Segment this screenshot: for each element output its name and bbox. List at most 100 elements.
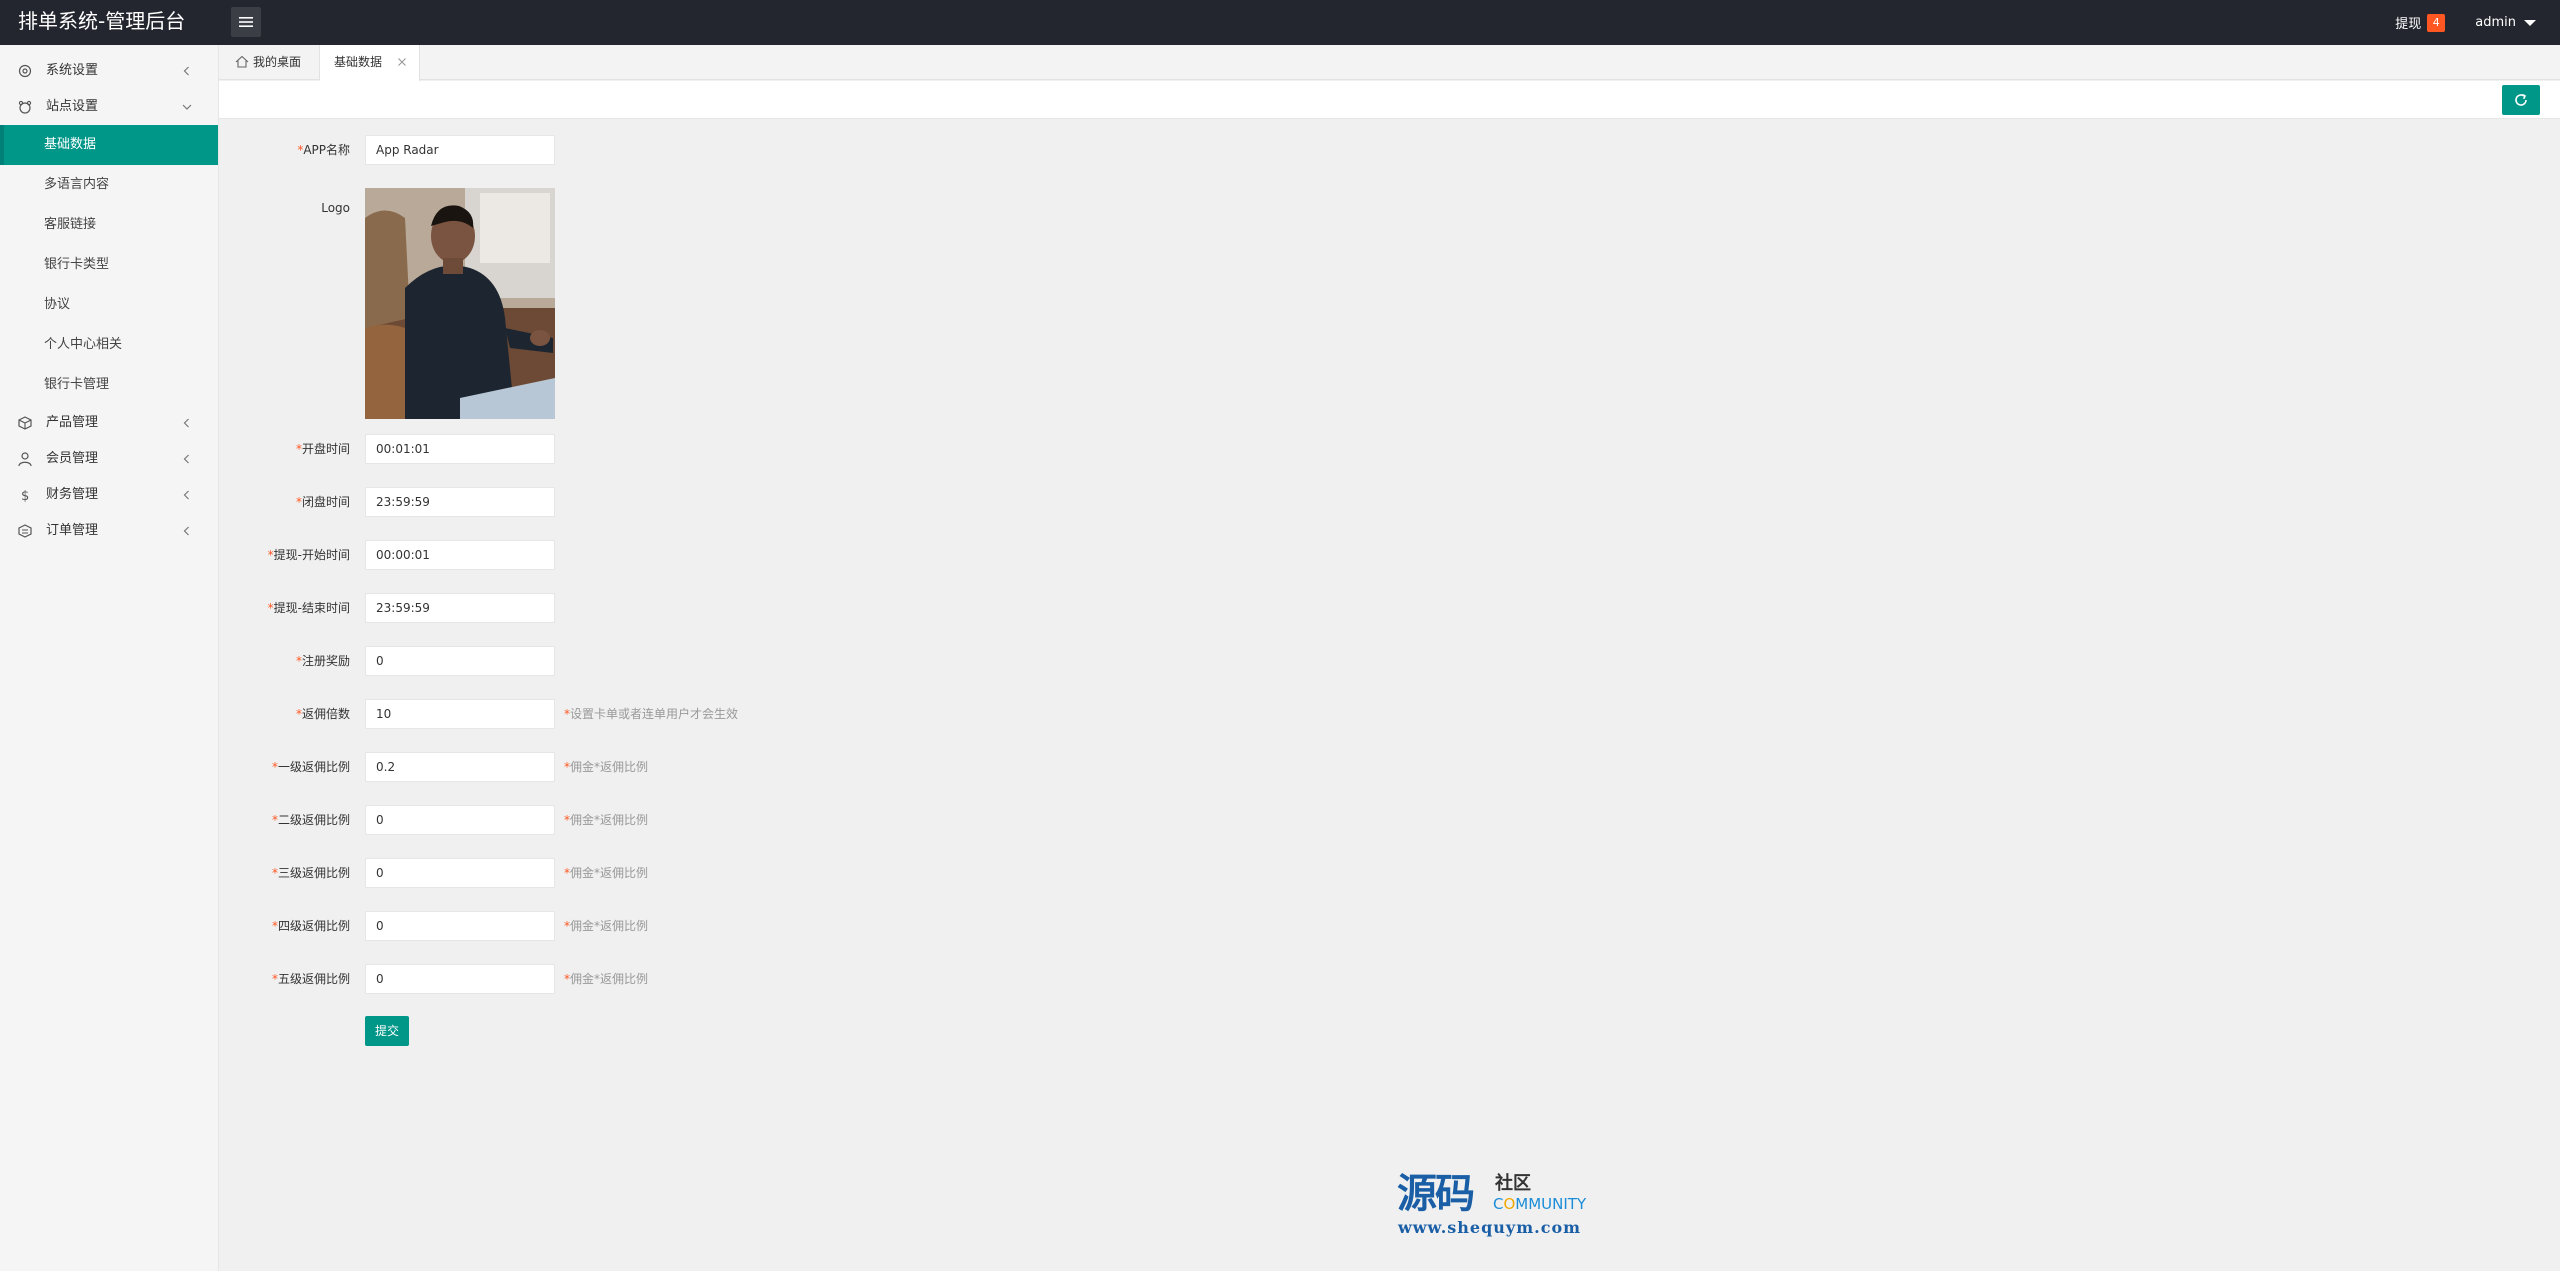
form-row-withdraw-end: *提现-结束时间 23:59:59 [219, 592, 1419, 624]
form-row-close-time: *闭盘时间 23:59:59 [219, 486, 1419, 518]
sidebar-subitem-agreement[interactable]: 协议 [0, 285, 218, 325]
tab-basic-data[interactable]: 基础数据 [320, 45, 420, 81]
sidebar-item-members[interactable]: 会员管理 [0, 441, 218, 477]
sidebar-subitem-multilang[interactable]: 多语言内容 [0, 165, 218, 205]
gear-icon [18, 64, 32, 78]
app-name-label: *APP名称 [297, 143, 350, 157]
sidebar-item-label: 站点设置 [46, 99, 99, 114]
box-icon [18, 416, 32, 430]
menu-toggle-button[interactable] [231, 7, 261, 37]
form-row-withdraw-start: *提现-开始时间 00:00:01 [219, 539, 1419, 571]
sidebar-item-system-settings[interactable]: 系统设置 [0, 53, 218, 89]
app-title: 排单系统-管理后台 [18, 9, 186, 33]
logo-image[interactable] [365, 188, 555, 419]
withdraw-start-input[interactable]: 00:00:01 [365, 540, 555, 570]
tab-home[interactable]: 我的桌面 [219, 45, 320, 80]
withdraw-end-label: *提现-结束时间 [267, 601, 350, 615]
level2-input[interactable]: 0 [365, 805, 555, 835]
sidebar-item-label: 系统设置 [46, 63, 99, 78]
hamburger-icon [239, 17, 253, 27]
open-time-input[interactable]: 00:01:01 [365, 434, 555, 464]
form-row-level1: *一级返佣比例 0.2 *佣金*返佣比例 [219, 751, 1419, 783]
register-reward-input[interactable]: 0 [365, 646, 555, 676]
close-time-label: *闭盘时间 [295, 495, 350, 509]
withdraw-start-label: *提现-开始时间 [267, 548, 350, 562]
site-icon [18, 100, 32, 114]
withdraw-label: 提现 [2395, 17, 2422, 32]
chevron-left-icon [183, 418, 189, 428]
withdraw-notification[interactable]: 提现 4 [2395, 13, 2446, 32]
level3-input[interactable]: 0 [365, 858, 555, 888]
sidebar-item-products[interactable]: 产品管理 [0, 405, 218, 441]
basic-data-form: *APP名称 App Radar Logo *开盘时间 00:01:01 *闭盘… [219, 120, 2560, 1271]
commission-multiple-hint: *设置卡单或者连单用户才会生效 [564, 707, 739, 721]
watermark-logo: 源码 社区 COMMUNITY www.shequym.com [1397, 1170, 1597, 1240]
level5-hint: *佣金*返佣比例 [564, 972, 649, 986]
order-icon [18, 524, 32, 538]
form-row-app-name: *APP名称 App Radar [219, 134, 1419, 166]
close-icon[interactable] [397, 57, 407, 67]
level5-input[interactable]: 0 [365, 964, 555, 994]
sidebar: 系统设置 站点设置 基础数据 多语言内容 客服链接 银行卡类型 协议 个人中心相… [0, 45, 219, 1271]
close-time-input[interactable]: 23:59:59 [365, 487, 555, 517]
form-row-level2: *二级返佣比例 0 *佣金*返佣比例 [219, 804, 1419, 836]
level3-hint: *佣金*返佣比例 [564, 866, 649, 880]
user-menu[interactable]: admin [2475, 15, 2536, 30]
level4-hint: *佣金*返佣比例 [564, 919, 649, 933]
level4-label: *四级返佣比例 [271, 919, 350, 933]
sidebar-subitem-personal-center[interactable]: 个人中心相关 [0, 325, 218, 365]
sidebar-item-label: 产品管理 [46, 415, 99, 430]
commission-multiple-label: *返佣倍数 [295, 707, 350, 721]
level1-input[interactable]: 0.2 [365, 752, 555, 782]
form-row-level3: *三级返佣比例 0 *佣金*返佣比例 [219, 857, 1419, 889]
sidebar-subitem-bank-card-manage[interactable]: 银行卡管理 [0, 365, 218, 405]
content-toolbar [219, 81, 2560, 119]
user-icon [18, 452, 32, 467]
tab-bar: 我的桌面 基础数据 [219, 45, 2560, 81]
tab-home-label: 我的桌面 [253, 55, 302, 69]
form-row-level4: *四级返佣比例 0 *佣金*返佣比例 [219, 910, 1419, 942]
sidebar-subitem-bank-card-type[interactable]: 银行卡类型 [0, 245, 218, 285]
level1-label: *一级返佣比例 [271, 760, 350, 774]
refresh-icon [2515, 93, 2527, 106]
sidebar-item-site-settings[interactable]: 站点设置 [0, 89, 218, 125]
watermark-url: www.shequym.com [1398, 1218, 1582, 1237]
top-header: 排单系统-管理后台 提现 4 admin [0, 0, 2560, 45]
sidebar-item-label: 财务管理 [46, 487, 99, 502]
chevron-left-icon [183, 490, 189, 500]
sidebar-subitem-basic-data[interactable]: 基础数据 [0, 125, 218, 165]
sidebar-item-finance[interactable]: $ 财务管理 [0, 477, 218, 513]
register-reward-label: *注册奖励 [295, 654, 350, 668]
withdraw-end-input[interactable]: 23:59:59 [365, 593, 555, 623]
form-row-level5: *五级返佣比例 0 *佣金*返佣比例 [219, 963, 1419, 995]
caret-down-icon [2524, 19, 2536, 26]
home-icon [235, 55, 249, 68]
watermark-small-text: 社区 [1495, 1173, 1531, 1194]
sidebar-item-label: 订单管理 [46, 523, 99, 538]
sidebar-subitem-support-link[interactable]: 客服链接 [0, 205, 218, 245]
tab-basic-data-label: 基础数据 [334, 55, 383, 69]
sidebar-item-label: 会员管理 [46, 451, 99, 466]
level3-label: *三级返佣比例 [271, 866, 350, 880]
watermark-community: COMMUNITY [1493, 1195, 1587, 1213]
commission-multiple-input[interactable]: 10 [365, 699, 555, 729]
chevron-left-icon [183, 526, 189, 536]
level4-input[interactable]: 0 [365, 911, 555, 941]
open-time-label: *开盘时间 [295, 442, 350, 456]
form-row-open-time: *开盘时间 00:01:01 [219, 433, 1419, 465]
form-row-register-reward: *注册奖励 0 [219, 645, 1419, 677]
app-name-input[interactable]: App Radar [365, 135, 555, 165]
chevron-left-icon [183, 66, 189, 76]
logo-label: Logo [321, 201, 350, 215]
withdraw-badge: 4 [2427, 13, 2446, 32]
refresh-button[interactable] [2502, 85, 2540, 115]
submit-button[interactable]: 提交 [365, 1016, 409, 1046]
level2-label: *二级返佣比例 [271, 813, 350, 827]
level1-hint: *佣金*返佣比例 [564, 760, 649, 774]
sidebar-item-orders[interactable]: 订单管理 [0, 513, 218, 549]
level5-label: *五级返佣比例 [271, 972, 350, 986]
watermark-big-text: 源码 [1397, 1171, 1475, 1217]
dollar-icon: $ [21, 489, 29, 503]
username: admin [2475, 15, 2516, 30]
chevron-left-icon [183, 454, 189, 464]
